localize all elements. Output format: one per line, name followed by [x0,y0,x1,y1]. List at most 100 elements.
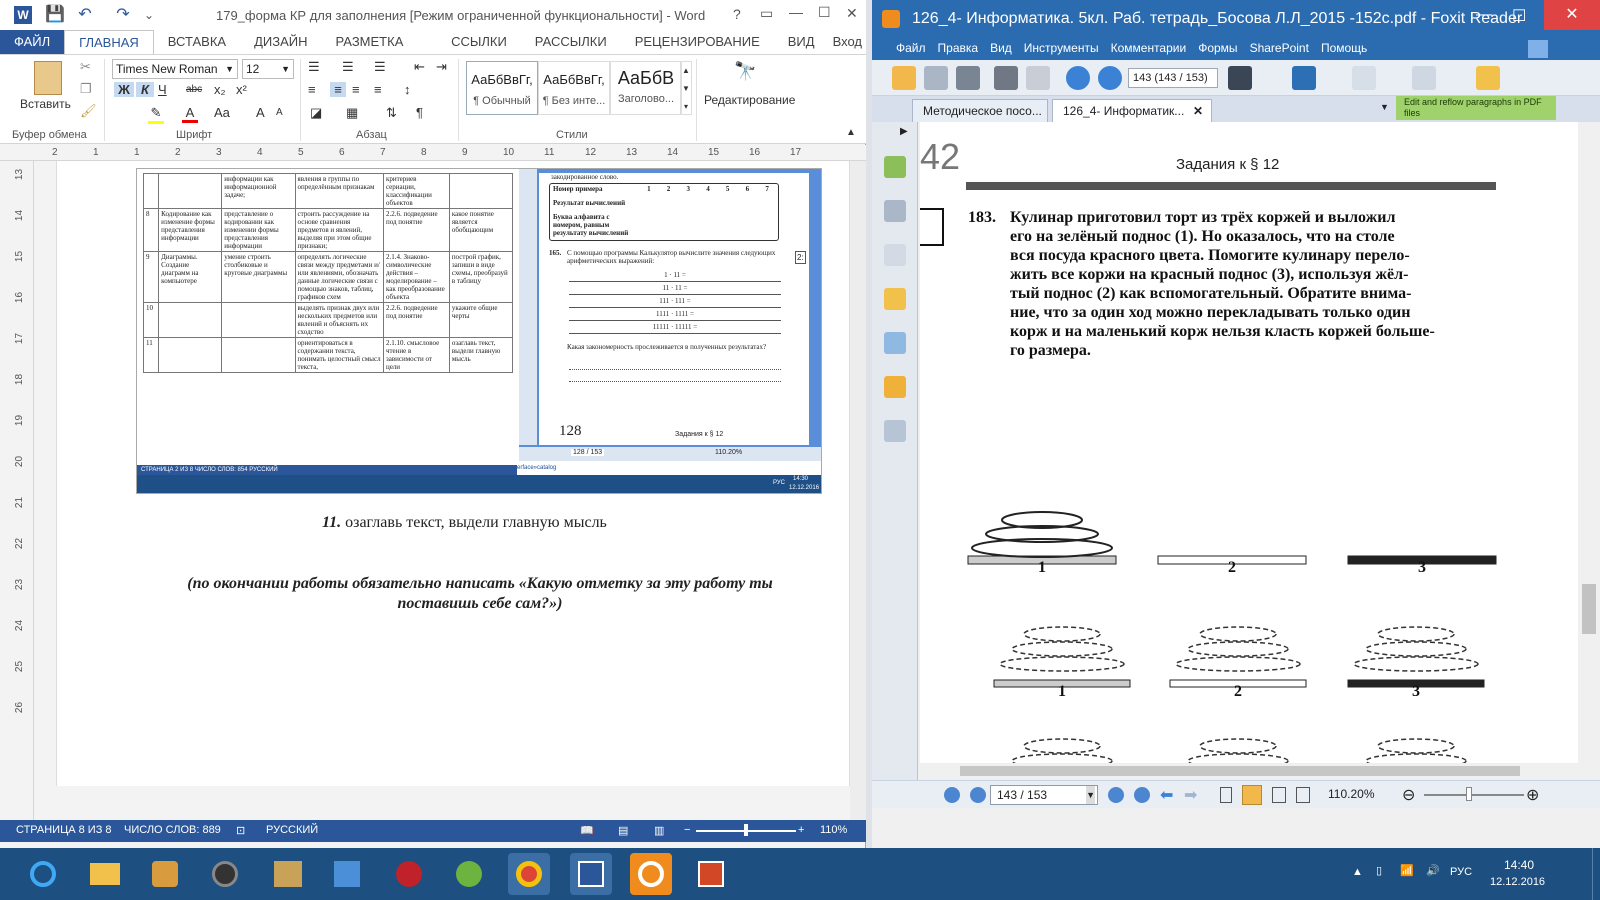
tab-layout[interactable]: РАЗМЕТКА СТРАНИЦЫ [322,30,438,73]
zoom-in-icon[interactable]: ⊕ [1526,785,1539,805]
back-arrow-icon[interactable]: ⬅ [1160,785,1173,805]
bookmark-icon[interactable] [884,244,906,266]
menu-item[interactable]: SharePoint [1244,38,1315,60]
save-icon[interactable] [924,66,948,90]
tray-icon[interactable]: ▯ [1376,864,1382,877]
snapshot-icon[interactable] [1292,66,1316,90]
font-size-combo[interactable]: 12 ▼ [242,59,294,79]
help-button[interactable]: ? [733,6,741,22]
zoom-in-icon[interactable]: + [798,824,804,836]
nav-page-box[interactable]: 143 / 153 ▼ [990,785,1098,805]
zoom-slider-thumb[interactable] [1466,787,1472,801]
shrink-font-icon[interactable]: A [276,107,283,118]
collapse-ribbon-icon[interactable]: ▲ [846,127,856,138]
volume-icon[interactable]: 🔊 [1426,864,1440,877]
zoom-slider-thumb[interactable] [744,824,748,836]
hscroll-thumb[interactable] [960,766,1520,776]
font-name-combo[interactable]: Times New Roman ▼ [112,59,238,79]
outdent-icon[interactable]: ⇥ [436,59,447,75]
zoom-icon[interactable] [1352,66,1376,90]
screenshot-icon[interactable] [1026,66,1050,90]
highlight-icon[interactable]: ✎ [148,105,164,124]
last-page-icon[interactable] [1134,787,1150,803]
app-icon[interactable] [144,853,186,895]
grow-font-icon[interactable]: A [256,105,265,120]
word-taskbar-icon[interactable] [570,853,612,895]
proofing-icon[interactable]: ⊡ [236,824,245,837]
comments-panel-icon[interactable] [884,288,906,310]
pilcrow-icon[interactable]: ¶ [416,105,423,120]
format-painter-icon[interactable]: 🖌 [80,103,97,119]
editing-button[interactable]: Редактирование [704,93,795,107]
signature-icon[interactable] [884,420,906,442]
superscript-button[interactable]: x² [236,82,247,97]
multilevel-icon[interactable]: ☰ [374,59,386,75]
style-no-spacing[interactable]: АаБбВвГг, ¶ Без инте... [538,61,610,115]
undo-icon[interactable]: ↶ [74,0,96,30]
status-zoom[interactable]: 110% [820,824,847,836]
save-icon[interactable]: 💾 [44,0,66,30]
explorer-icon[interactable] [84,853,126,895]
align-center-icon[interactable]: ≡ [330,82,346,97]
text-select-icon[interactable] [1476,66,1500,90]
print-layout-icon[interactable]: ▤ [618,824,628,837]
open-icon[interactable] [892,66,916,90]
align-left-icon[interactable]: ≡ [308,82,316,97]
pdf-vertical-scrollbar[interactable] [1578,122,1600,762]
line-spacing-icon[interactable]: ↕ [404,82,411,97]
pages-icon[interactable] [884,156,906,178]
save-as-icon[interactable] [956,66,980,90]
zoom-out-icon[interactable]: ⊖ [1402,785,1415,805]
lock-icon[interactable] [884,376,906,398]
underline-button[interactable]: Ч [158,82,167,97]
menu-item[interactable]: Помощь [1315,38,1373,60]
redo-icon[interactable]: ↷ [112,0,134,30]
menu-item[interactable]: Вид [984,38,1018,60]
menu-item[interactable]: Комментарии [1105,38,1193,60]
maximize-button[interactable]: ☐ [1512,6,1526,26]
foxit-taskbar-icon[interactable] [630,853,672,895]
menu-item[interactable]: Файл [890,38,932,60]
tab-document-2[interactable]: 126_4- Информатик... ✕ [1052,99,1212,122]
zoom-out-icon[interactable]: − [684,824,690,836]
forward-arrow-icon[interactable]: ➡ [1184,785,1197,805]
status-words[interactable]: ЧИСЛО СЛОВ: 889 [124,824,221,836]
power-app-icon[interactable] [388,853,430,895]
next-page-icon[interactable] [1098,66,1122,90]
network-icon[interactable]: 📶 [1400,864,1414,877]
foxit-help-icon[interactable] [1528,40,1548,58]
horizontal-ruler[interactable]: 2 1 1 2 3 4 5 6 7 8 9 10 11 12 13 14 15 16 17 [0,145,866,161]
tab-view[interactable]: ВИД [774,30,829,54]
powerpoint-icon[interactable] [690,853,732,895]
pdf-horizontal-scrollbar[interactable] [920,763,1578,779]
close-tab-icon[interactable]: ✕ [1193,100,1203,122]
prev-page-icon[interactable] [1066,66,1090,90]
prev-page-icon[interactable] [970,787,986,803]
tab-design[interactable]: ДИЗАЙН [240,30,321,54]
subscript-button[interactable]: x₂ [214,82,226,97]
utorrent-icon[interactable] [448,853,490,895]
facing-icon[interactable] [1272,787,1286,803]
styles-more-icon[interactable]: ▲ ▼ ▾ [680,61,692,115]
pdf-page-view[interactable]: 42 Задания к § 12 183. Кулинар приготови… [920,122,1578,764]
status-page[interactable]: СТРАНИЦА 8 ИЗ 8 [16,824,112,836]
attachment-icon[interactable] [884,332,906,354]
style-heading[interactable]: АаБбВ Заголово... [610,61,682,115]
customize-qa-icon[interactable]: ⌄ [138,0,160,30]
paste-button[interactable]: Вставить [20,97,71,111]
tab-review[interactable]: РЕЦЕНЗИРОВАНИЕ [621,30,774,54]
shading-icon[interactable]: ◪ [310,105,322,121]
zoom-slider[interactable] [1424,794,1524,796]
maximize-button[interactable]: ☐ [818,4,831,21]
tabs-dropdown-icon[interactable]: ▼ [1380,102,1389,112]
settings-app-icon[interactable] [326,853,368,895]
justify-icon[interactable]: ≡ [374,82,382,97]
tray-time[interactable]: 14:40 [1504,858,1534,872]
web-layout-icon[interactable]: ▥ [654,824,664,837]
menu-item[interactable]: Формы [1192,38,1243,60]
reflow-banner[interactable]: Edit and reflow paragraphs in PDF files [1396,96,1556,120]
comment-icon[interactable] [1412,66,1436,90]
sort-icon[interactable]: ⇅ [386,105,397,121]
cut-icon[interactable]: ✂ [80,59,91,75]
close-button[interactable]: ✕ [846,5,858,22]
